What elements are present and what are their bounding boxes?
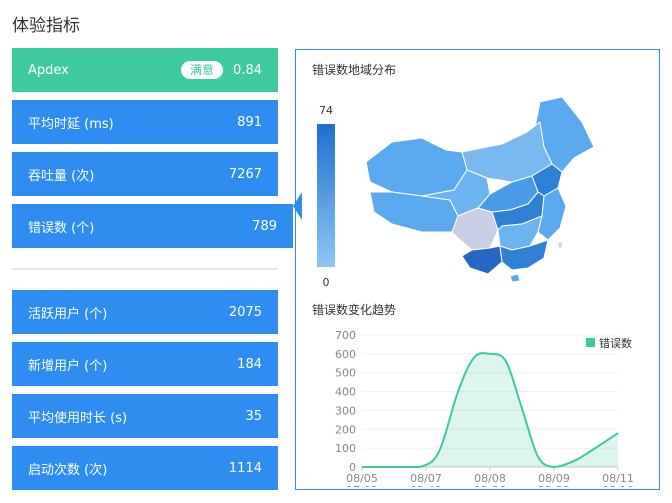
y-tick-label: 300: [335, 404, 356, 417]
metric-label: 平均时延 (ms): [28, 116, 114, 132]
map-region-taiwan[interactable]: [557, 241, 563, 249]
legend-swatch[interactable]: [586, 338, 595, 347]
page-title: 体验指标: [12, 16, 80, 36]
metric-label: Apdex: [28, 62, 69, 78]
metric-value: 184: [237, 356, 262, 372]
metric-label: 吞吐量 (次): [28, 168, 95, 184]
x-tick-time: 17:02: [346, 484, 378, 487]
metric-apdex[interactable]: Apdex 满意 0.84: [12, 48, 278, 92]
metric-label: 错误数 (个): [28, 220, 95, 236]
y-tick-label: 700: [335, 329, 356, 342]
detail-panel: 错误数地域分布 74 0 错误数变化趋势 错误数 0 100 200 300 4…: [295, 49, 660, 490]
metric-avg-latency[interactable]: 平均时延 (ms) 891: [12, 100, 278, 144]
active-metric-pointer: [293, 192, 302, 220]
scale-max-label: 74: [319, 104, 333, 117]
metric-value: 7267: [228, 166, 262, 182]
metric-error-count[interactable]: 错误数 (个) 789: [12, 204, 293, 248]
metric-label: 平均使用时长 (s): [28, 410, 128, 426]
section-divider: [12, 268, 278, 270]
y-tick-label: 200: [335, 423, 356, 436]
china-map: [365, 96, 595, 282]
y-tick-label: 600: [335, 348, 356, 361]
trend-chart-title: 错误数变化趋势: [312, 303, 397, 317]
map-scale-legend: 74 0: [317, 104, 335, 289]
metric-active-users[interactable]: 活跃用户 (个) 2075: [12, 290, 278, 334]
x-tick-time: 08:10: [602, 484, 634, 487]
metric-label: 新增用户 (个): [28, 358, 108, 374]
metric-value: 2075: [228, 304, 262, 320]
metric-value: 891: [237, 114, 262, 130]
metric-avg-usage-time[interactable]: 平均使用时长 (s) 35: [12, 394, 278, 438]
metric-value: 789: [252, 218, 277, 234]
map-region-xinjiang[interactable]: [365, 137, 468, 197]
map-title: 错误数地域分布: [312, 63, 397, 77]
scale-min-label: 0: [323, 276, 330, 289]
metric-label: 启动次数 (次): [28, 462, 108, 478]
status-badge: 满意: [181, 61, 224, 79]
legend-label: 错误数: [599, 336, 632, 350]
metric-new-users[interactable]: 新增用户 (个) 184: [12, 342, 278, 386]
map-region-hainan[interactable]: [509, 273, 521, 282]
metric-value: 1114: [228, 460, 262, 476]
y-tick-label: 400: [335, 386, 356, 399]
metric-throughput[interactable]: 吞吐量 (次) 7267: [12, 152, 278, 196]
x-tick-time: 12:36: [474, 484, 506, 487]
x-tick-time: 02:49: [410, 484, 442, 487]
x-tick-time: 22:23: [538, 484, 570, 487]
map-region-yunnan-guizhou[interactable]: [461, 245, 503, 275]
metric-launch-count[interactable]: 启动次数 (次) 1114: [12, 446, 278, 490]
metric-value: 35: [245, 408, 262, 424]
y-tick-label: 500: [335, 367, 356, 380]
trend-chart: 错误数 0100200300400500600700 08/0517:0208/…: [335, 329, 634, 487]
scale-gradient-bar[interactable]: [317, 124, 335, 267]
metric-label: 活跃用户 (个): [28, 306, 108, 322]
y-tick-label: 100: [335, 442, 356, 455]
metric-value: 0.84: [233, 62, 262, 78]
